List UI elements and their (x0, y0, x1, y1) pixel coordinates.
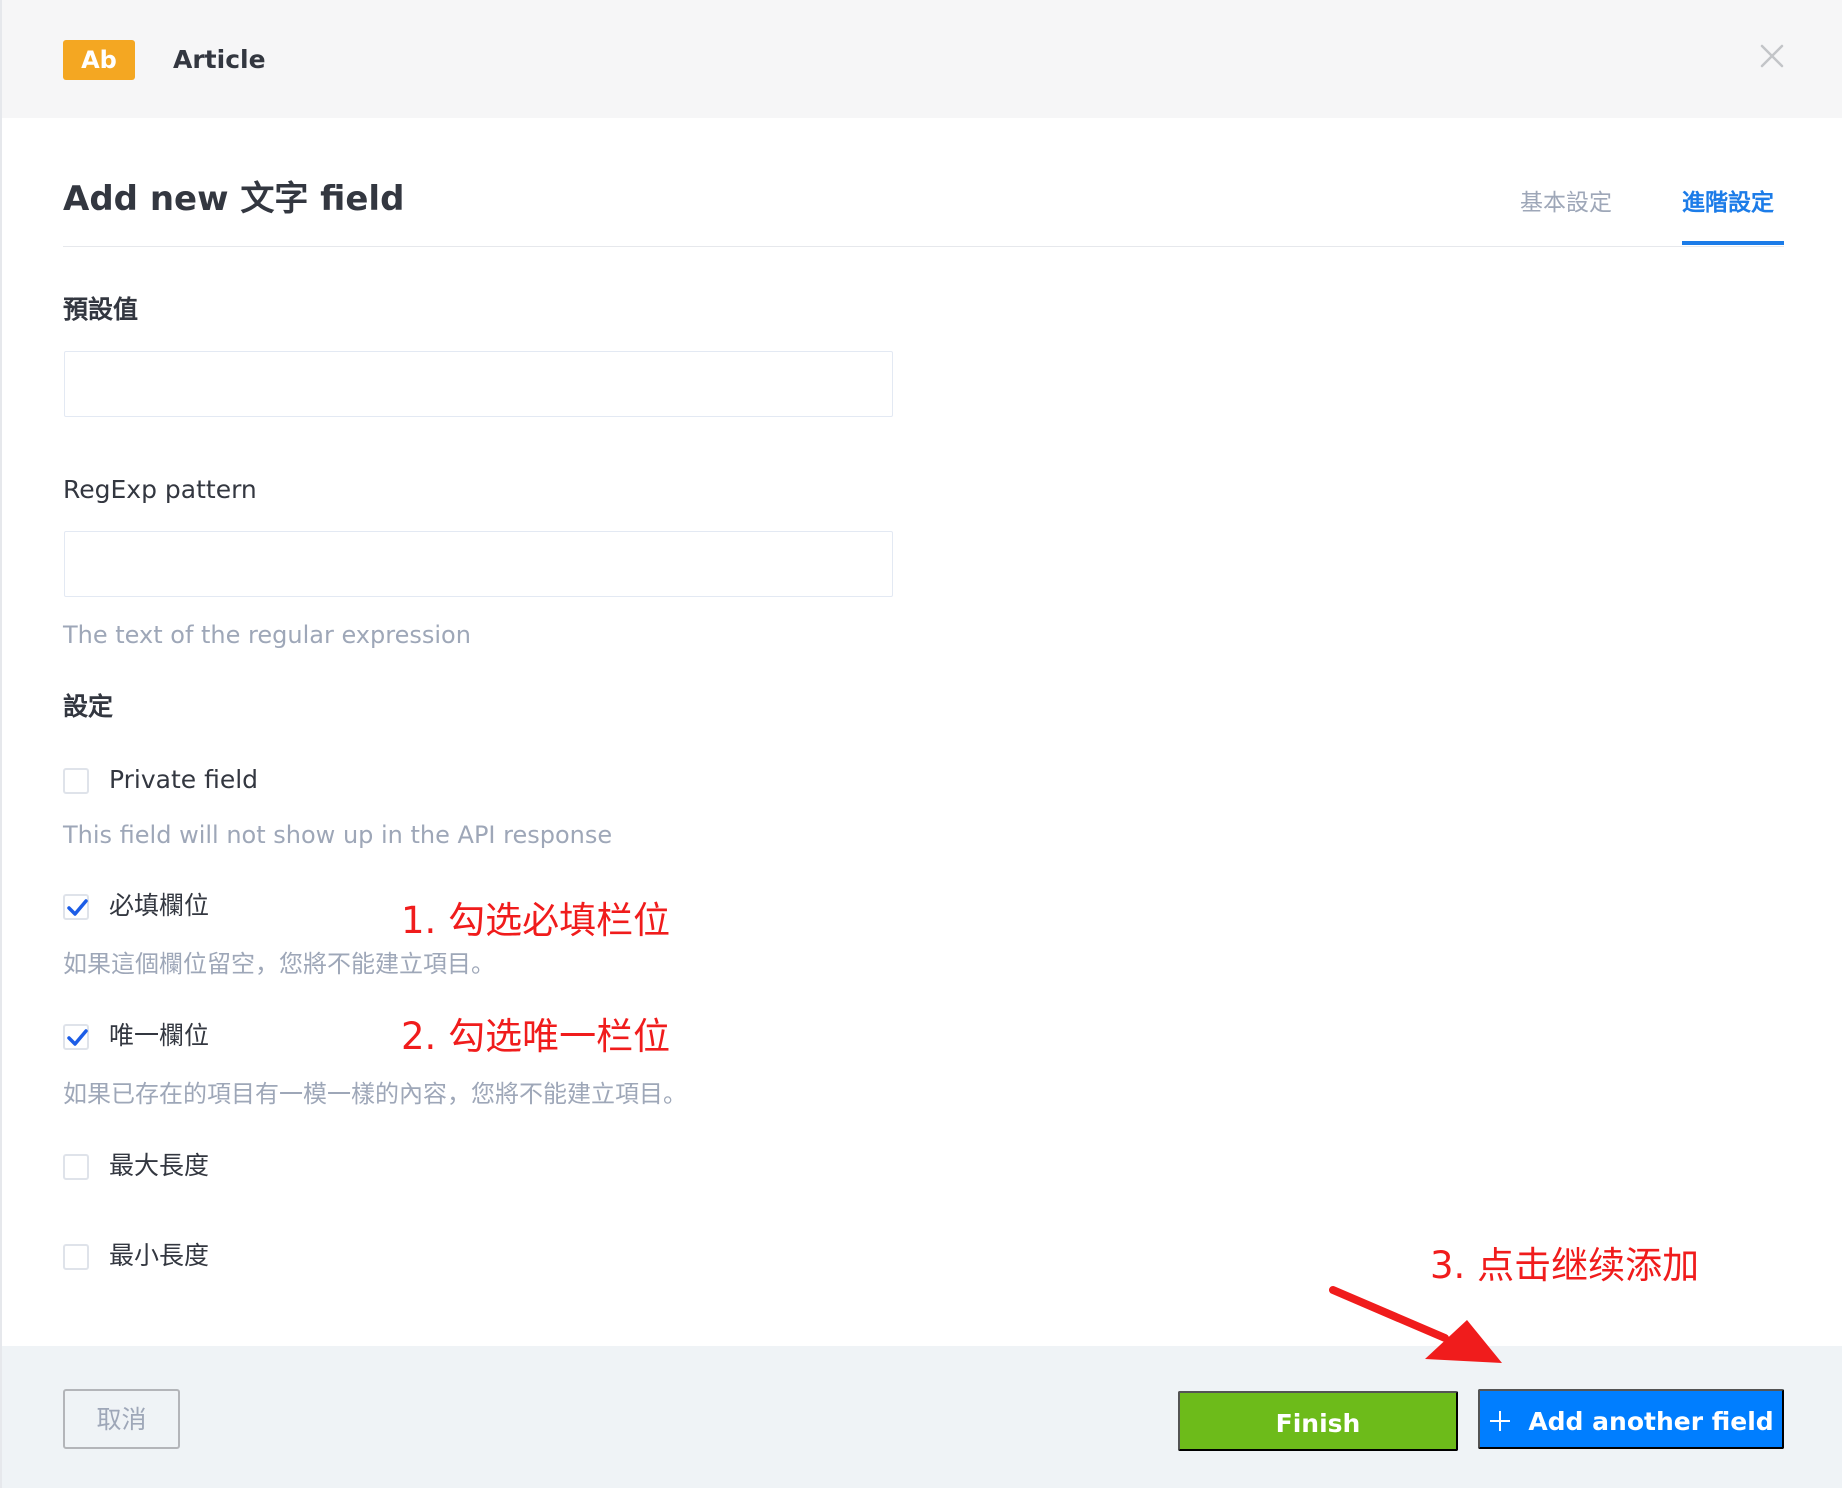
finish-button[interactable]: Finish (1178, 1391, 1458, 1451)
plus-icon (1490, 1411, 1511, 1431)
max-length-label[interactable]: 最大長度 (109, 1148, 209, 1184)
required-field-checkbox[interactable] (63, 894, 89, 920)
regexp-input[interactable] (64, 531, 893, 597)
annotation-arrow-icon (1329, 1286, 1502, 1363)
regexp-hint: The text of the regular expression (63, 621, 471, 649)
finish-label: Finish (1275, 1409, 1361, 1438)
regexp-label: RegExp pattern (63, 475, 257, 504)
required-field-label[interactable]: 必填欄位 (109, 888, 209, 924)
modal-header: Ab Article (2, 0, 1842, 118)
title-divider (63, 246, 1784, 247)
unique-field-hint: 如果已存在的項目有一模一樣的內容，您將不能建立項目。 (63, 1080, 687, 1108)
cancel-button[interactable]: 取消 (63, 1389, 180, 1449)
unique-field-checkbox[interactable] (63, 1024, 89, 1050)
field-modal: Ab Article Add new 文字 field 基本設定 進階設定 預設… (0, 0, 1842, 1488)
default-value-input[interactable] (64, 351, 893, 417)
required-field-hint: 如果這個欄位留空，您將不能建立項目。 (63, 950, 495, 978)
private-field-label[interactable]: Private field (109, 762, 258, 798)
active-tab-indicator (1682, 241, 1784, 245)
default-value-label: 預設值 (63, 295, 139, 324)
min-length-checkbox[interactable] (63, 1244, 89, 1270)
modal-title: Add new 文字 field (63, 179, 405, 219)
unique-field-label[interactable]: 唯一欄位 (109, 1018, 209, 1054)
add-another-field-label: Add another field (1528, 1407, 1774, 1436)
private-field-hint: This field will not show up in the API r… (63, 821, 613, 849)
annotation-step-1: 1. 勾选必填栏位 (401, 899, 671, 942)
tab-advanced-settings[interactable]: 進階設定 (1682, 186, 1774, 220)
tab-basic-settings[interactable]: 基本設定 (1520, 186, 1612, 220)
annotation-step-2: 2. 勾选唯一栏位 (401, 1015, 671, 1058)
private-field-checkbox[interactable] (63, 768, 89, 794)
checkmark-icon (67, 899, 88, 916)
min-length-label[interactable]: 最小長度 (109, 1238, 209, 1274)
close-icon[interactable] (1758, 42, 1786, 70)
field-type-badge: Ab (63, 40, 135, 80)
checkmark-icon (67, 1029, 88, 1046)
content-type-name: Article (173, 45, 266, 74)
settings-label: 設定 (63, 692, 114, 721)
add-another-field-button[interactable]: Add another field (1478, 1389, 1784, 1449)
max-length-checkbox[interactable] (63, 1154, 89, 1180)
